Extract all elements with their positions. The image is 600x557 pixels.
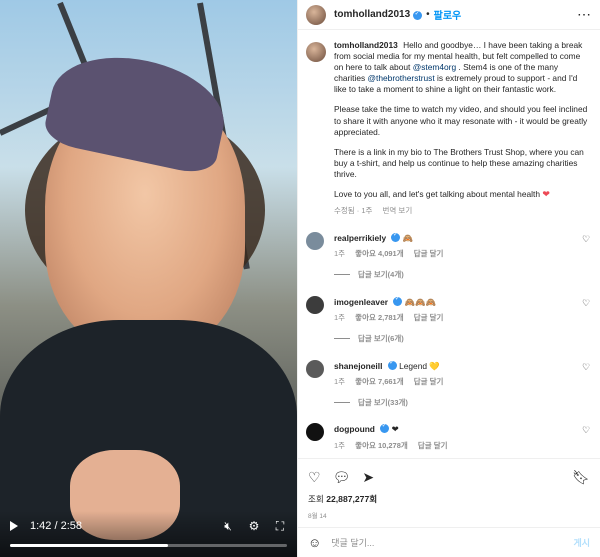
reply-button[interactable]: 답글 달기 (418, 441, 448, 450)
avatar[interactable] (306, 4, 326, 25)
comment-age: 1주 (334, 312, 346, 322)
heart-icon[interactable]: ♡ (308, 469, 321, 486)
play-icon[interactable] (10, 521, 18, 531)
reply-button[interactable]: 답글 달기 (414, 249, 444, 258)
comment-age: 1주 (334, 440, 346, 450)
views-label: 조회 (308, 494, 324, 504)
caption-paragraph: Love to you all, and let's get talking a… (334, 189, 540, 200)
post-viewer: 1:42 / 2:58 🔇︎ ⚙ ⛶ tomholland2013 • 팔로우 … (0, 0, 600, 557)
view-replies-button[interactable]: 답글 보기(4개) (334, 270, 580, 280)
heart-icon[interactable]: ♡ (580, 234, 592, 280)
caption-meta: 수정됨 · 1주 번역 보기 (334, 206, 589, 216)
reply-button[interactable]: 답글 달기 (414, 313, 444, 322)
comment-input[interactable]: 댓글 달기... (331, 536, 573, 549)
gear-icon[interactable]: ⚙ (247, 519, 261, 533)
heart-emoji: ❤ (542, 189, 550, 200)
comment-text: ❤ (391, 424, 399, 435)
comment-age: 1주 (334, 248, 346, 258)
heart-icon[interactable]: ♡ (580, 362, 592, 408)
comment-text: 🙈 (402, 232, 414, 243)
video-progress-fill (10, 544, 168, 547)
comment-username[interactable]: imogenleaver (334, 297, 388, 307)
video-time: 1:42 / 2:58 (30, 520, 82, 532)
comment-icon[interactable]: 💬︎ (333, 469, 351, 486)
add-comment-bar: ☺ 댓글 달기... 게시 (298, 527, 600, 557)
follow-button[interactable]: 팔로우 (434, 7, 462, 22)
comment-likes[interactable]: 좋아요 4,091개 (355, 249, 403, 258)
fullscreen-icon[interactable]: ⛶ (273, 519, 287, 533)
heart-icon[interactable]: ♡ (580, 298, 592, 344)
verified-icon (387, 360, 397, 370)
post-date: 8월 14 (308, 513, 327, 520)
share-icon[interactable]: ➤ (362, 469, 374, 486)
verified-icon (391, 232, 401, 242)
emoji-icon[interactable]: ☺ (308, 535, 321, 550)
mention-link[interactable]: @thebrotherstrust (368, 73, 435, 83)
comment-text: Legend 💛 (399, 360, 440, 371)
translate-link[interactable]: 번역 보기 (383, 206, 413, 215)
post-header: tomholland2013 • 팔로우 ⋯ (298, 0, 600, 30)
view-replies-button[interactable]: 답글 보기(6개) (334, 334, 580, 344)
comment-username[interactable]: dogpound (334, 424, 375, 434)
edited-label: 수정됨 · 1주 (334, 205, 373, 215)
separator-dot: • (426, 9, 430, 20)
verified-icon (413, 10, 423, 20)
more-options-icon[interactable]: ⋯ (577, 6, 592, 23)
avatar[interactable] (306, 423, 324, 442)
comment-item: realperrikiely 🙈 1주 좋아요 4,091개 답글 달기 답글 … (306, 231, 592, 280)
comment-likes[interactable]: 좋아요 7,661개 (355, 377, 403, 386)
caption-paragraph: There is a link in my bio to The Brother… (334, 146, 584, 179)
post-caption: tomholland2013 Hello and goodbye… I have… (306, 40, 592, 216)
video-progress-bar[interactable] (10, 544, 287, 547)
comments-list[interactable]: tomholland2013 Hello and goodbye… I have… (298, 30, 600, 455)
comment-likes[interactable]: 좋아요 10,278개 (355, 441, 408, 450)
mention-link[interactable]: @stem4org (413, 62, 456, 72)
avatar[interactable] (306, 359, 324, 378)
comment-item: dogpound ❤ 1주 좋아요 10,278개 답글 달기 ♡ (306, 423, 592, 450)
header-username[interactable]: tomholland2013 (334, 9, 410, 20)
avatar[interactable] (306, 42, 326, 62)
verified-icon (380, 423, 390, 434)
comment-username[interactable]: realperrikiely (334, 233, 386, 243)
verified-icon (393, 296, 403, 306)
comment-username[interactable]: shanejoneill (334, 361, 382, 371)
caption-username[interactable]: tomholland2013 (334, 40, 398, 50)
post-button[interactable]: 게시 (573, 536, 590, 549)
comment-item: shanejoneill Legend 💛 1주 좋아요 7,661개 답글 달… (306, 359, 592, 408)
comment-item: imogenleaver 🙈🙈🙈 1주 좋아요 2,781개 답글 달기 답글 … (306, 295, 592, 344)
comment-likes[interactable]: 좋아요 2,781개 (355, 313, 403, 322)
views-count: 22,887,277회 (326, 494, 378, 504)
reply-button[interactable]: 답글 달기 (414, 377, 444, 386)
video-player[interactable]: 1:42 / 2:58 🔇︎ ⚙ ⛶ (0, 0, 297, 557)
comment-age: 1주 (334, 376, 346, 386)
view-count: 조회 22,887,277회 (308, 493, 590, 505)
comments: realperrikiely 🙈 1주 좋아요 4,091개 답글 달기 답글 … (306, 231, 592, 451)
comment-text: 🙈🙈🙈 (404, 296, 436, 307)
avatar[interactable] (306, 231, 324, 250)
view-replies-button[interactable]: 답글 보기(33개) (334, 398, 580, 408)
avatar[interactable] (306, 295, 324, 314)
video-controls: 1:42 / 2:58 🔇︎ ⚙ ⛶ (0, 511, 297, 557)
bookmark-icon[interactable]: 🔖︎ (572, 469, 590, 486)
caption-paragraph: Please take the time to watch my video, … (334, 104, 588, 137)
heart-icon[interactable]: ♡ (580, 425, 592, 450)
post-panel: tomholland2013 • 팔로우 ⋯ tomholland2013 He… (297, 0, 600, 557)
volume-muted-icon[interactable]: 🔇︎ (221, 519, 235, 533)
